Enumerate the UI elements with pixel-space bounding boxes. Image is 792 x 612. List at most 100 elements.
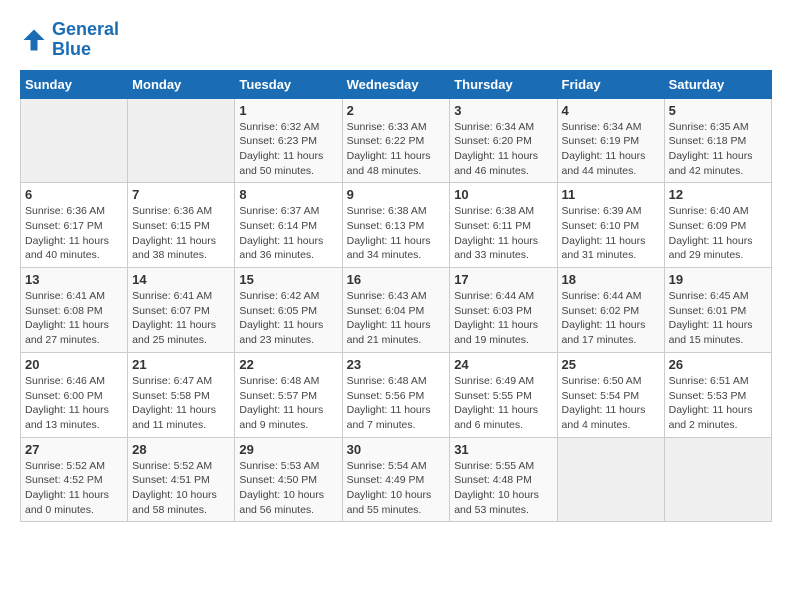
- day-info: Sunrise: 6:41 AM Sunset: 6:08 PM Dayligh…: [25, 289, 123, 348]
- day-number: 24: [454, 357, 552, 372]
- calendar-cell: 12 Sunrise: 6:40 AM Sunset: 6:09 PM Dayli…: [664, 183, 771, 268]
- day-info: Sunrise: 6:49 AM Sunset: 5:55 PM Dayligh…: [454, 374, 552, 433]
- day-number: 9: [347, 187, 446, 202]
- logo-text: General Blue: [52, 20, 119, 60]
- day-number: 31: [454, 442, 552, 457]
- day-number: 12: [669, 187, 767, 202]
- day-info: Sunrise: 5:52 AM Sunset: 4:51 PM Dayligh…: [132, 459, 230, 518]
- day-info: Sunrise: 6:51 AM Sunset: 5:53 PM Dayligh…: [669, 374, 767, 433]
- day-number: 15: [239, 272, 337, 287]
- calendar-week-2: 6 Sunrise: 6:36 AM Sunset: 6:17 PM Daylig…: [21, 183, 772, 268]
- day-number: 14: [132, 272, 230, 287]
- day-number: 23: [347, 357, 446, 372]
- page-header: General Blue: [20, 20, 772, 60]
- weekday-header-wednesday: Wednesday: [342, 70, 450, 98]
- weekday-header-saturday: Saturday: [664, 70, 771, 98]
- day-info: Sunrise: 5:55 AM Sunset: 4:48 PM Dayligh…: [454, 459, 552, 518]
- weekday-header-row: SundayMondayTuesdayWednesdayThursdayFrid…: [21, 70, 772, 98]
- day-number: 2: [347, 103, 446, 118]
- day-info: Sunrise: 6:44 AM Sunset: 6:02 PM Dayligh…: [562, 289, 660, 348]
- day-number: 29: [239, 442, 337, 457]
- day-info: Sunrise: 5:53 AM Sunset: 4:50 PM Dayligh…: [239, 459, 337, 518]
- calendar-cell: 13 Sunrise: 6:41 AM Sunset: 6:08 PM Dayli…: [21, 268, 128, 353]
- calendar-cell: 8 Sunrise: 6:37 AM Sunset: 6:14 PM Daylig…: [235, 183, 342, 268]
- day-number: 16: [347, 272, 446, 287]
- day-info: Sunrise: 6:41 AM Sunset: 6:07 PM Dayligh…: [132, 289, 230, 348]
- day-number: 17: [454, 272, 552, 287]
- day-info: Sunrise: 6:38 AM Sunset: 6:13 PM Dayligh…: [347, 204, 446, 263]
- calendar-cell: 1 Sunrise: 6:32 AM Sunset: 6:23 PM Daylig…: [235, 98, 342, 183]
- calendar-cell: [21, 98, 128, 183]
- day-info: Sunrise: 6:34 AM Sunset: 6:20 PM Dayligh…: [454, 120, 552, 179]
- day-number: 11: [562, 187, 660, 202]
- day-info: Sunrise: 5:52 AM Sunset: 4:52 PM Dayligh…: [25, 459, 123, 518]
- day-number: 5: [669, 103, 767, 118]
- day-number: 25: [562, 357, 660, 372]
- day-info: Sunrise: 6:44 AM Sunset: 6:03 PM Dayligh…: [454, 289, 552, 348]
- day-info: Sunrise: 6:38 AM Sunset: 6:11 PM Dayligh…: [454, 204, 552, 263]
- calendar-cell: 16Sunrise: 6:43 AM Sunset: 6:04 PM Dayli…: [342, 268, 450, 353]
- calendar-cell: [664, 437, 771, 522]
- day-info: Sunrise: 6:35 AM Sunset: 6:18 PM Dayligh…: [669, 120, 767, 179]
- day-number: 13: [25, 272, 123, 287]
- day-number: 18: [562, 272, 660, 287]
- calendar-cell: 31 Sunrise: 5:55 AM Sunset: 4:48 PM Dayli…: [450, 437, 557, 522]
- day-info: Sunrise: 6:42 AM Sunset: 6:05 PM Dayligh…: [239, 289, 337, 348]
- calendar-cell: 18 Sunrise: 6:44 AM Sunset: 6:02 PM Dayli…: [557, 268, 664, 353]
- day-info: Sunrise: 5:54 AM Sunset: 4:49 PM Dayligh…: [347, 459, 446, 518]
- day-info: Sunrise: 6:36 AM Sunset: 6:17 PM Dayligh…: [25, 204, 123, 263]
- calendar-week-5: 27 Sunrise: 5:52 AM Sunset: 4:52 PM Dayli…: [21, 437, 772, 522]
- calendar-cell: 15 Sunrise: 6:42 AM Sunset: 6:05 PM Dayli…: [235, 268, 342, 353]
- weekday-header-tuesday: Tuesday: [235, 70, 342, 98]
- weekday-header-thursday: Thursday: [450, 70, 557, 98]
- calendar-cell: [557, 437, 664, 522]
- calendar-cell: 4Sunrise: 6:34 AM Sunset: 6:19 PM Daylig…: [557, 98, 664, 183]
- calendar-cell: 10Sunrise: 6:38 AM Sunset: 6:11 PM Dayli…: [450, 183, 557, 268]
- weekday-header-sunday: Sunday: [21, 70, 128, 98]
- calendar-cell: 24 Sunrise: 6:49 AM Sunset: 5:55 PM Dayli…: [450, 352, 557, 437]
- day-info: Sunrise: 6:50 AM Sunset: 5:54 PM Dayligh…: [562, 374, 660, 433]
- calendar-cell: 3 Sunrise: 6:34 AM Sunset: 6:20 PM Daylig…: [450, 98, 557, 183]
- day-info: Sunrise: 6:39 AM Sunset: 6:10 PM Dayligh…: [562, 204, 660, 263]
- day-number: 27: [25, 442, 123, 457]
- calendar-cell: 27 Sunrise: 5:52 AM Sunset: 4:52 PM Dayli…: [21, 437, 128, 522]
- weekday-header-monday: Monday: [128, 70, 235, 98]
- day-number: 21: [132, 357, 230, 372]
- calendar-cell: 25 Sunrise: 6:50 AM Sunset: 5:54 PM Dayli…: [557, 352, 664, 437]
- day-number: 30: [347, 442, 446, 457]
- calendar-cell: 9 Sunrise: 6:38 AM Sunset: 6:13 PM Daylig…: [342, 183, 450, 268]
- calendar-cell: 26 Sunrise: 6:51 AM Sunset: 5:53 PM Dayli…: [664, 352, 771, 437]
- calendar-cell: 11 Sunrise: 6:39 AM Sunset: 6:10 PM Dayli…: [557, 183, 664, 268]
- day-info: Sunrise: 6:47 AM Sunset: 5:58 PM Dayligh…: [132, 374, 230, 433]
- day-number: 28: [132, 442, 230, 457]
- calendar-table: SundayMondayTuesdayWednesdayThursdayFrid…: [20, 70, 772, 523]
- day-info: Sunrise: 6:36 AM Sunset: 6:15 PM Dayligh…: [132, 204, 230, 263]
- calendar-cell: 21 Sunrise: 6:47 AM Sunset: 5:58 PM Dayli…: [128, 352, 235, 437]
- day-info: Sunrise: 6:46 AM Sunset: 6:00 PM Dayligh…: [25, 374, 123, 433]
- calendar-cell: [128, 98, 235, 183]
- calendar-cell: 5 Sunrise: 6:35 AM Sunset: 6:18 PM Daylig…: [664, 98, 771, 183]
- day-info: Sunrise: 6:32 AM Sunset: 6:23 PM Dayligh…: [239, 120, 337, 179]
- day-number: 1: [239, 103, 337, 118]
- calendar-cell: 17 Sunrise: 6:44 AM Sunset: 6:03 PM Dayli…: [450, 268, 557, 353]
- calendar-cell: 6 Sunrise: 6:36 AM Sunset: 6:17 PM Daylig…: [21, 183, 128, 268]
- day-info: Sunrise: 6:37 AM Sunset: 6:14 PM Dayligh…: [239, 204, 337, 263]
- day-number: 8: [239, 187, 337, 202]
- logo: General Blue: [20, 20, 119, 60]
- calendar-cell: 22 Sunrise: 6:48 AM Sunset: 5:57 PM Dayli…: [235, 352, 342, 437]
- day-number: 26: [669, 357, 767, 372]
- calendar-cell: 30 Sunrise: 5:54 AM Sunset: 4:49 PM Dayli…: [342, 437, 450, 522]
- day-number: 6: [25, 187, 123, 202]
- weekday-header-friday: Friday: [557, 70, 664, 98]
- day-number: 20: [25, 357, 123, 372]
- day-info: Sunrise: 6:34 AM Sunset: 6:19 PM Dayligh…: [562, 120, 660, 179]
- day-number: 3: [454, 103, 552, 118]
- day-info: Sunrise: 6:45 AM Sunset: 6:01 PM Dayligh…: [669, 289, 767, 348]
- logo-icon: [20, 26, 48, 54]
- day-info: Sunrise: 6:40 AM Sunset: 6:09 PM Dayligh…: [669, 204, 767, 263]
- day-number: 22: [239, 357, 337, 372]
- day-number: 19: [669, 272, 767, 287]
- day-info: Sunrise: 6:33 AM Sunset: 6:22 PM Dayligh…: [347, 120, 446, 179]
- day-info: Sunrise: 6:48 AM Sunset: 5:57 PM Dayligh…: [239, 374, 337, 433]
- calendar-week-4: 20 Sunrise: 6:46 AM Sunset: 6:00 PM Dayli…: [21, 352, 772, 437]
